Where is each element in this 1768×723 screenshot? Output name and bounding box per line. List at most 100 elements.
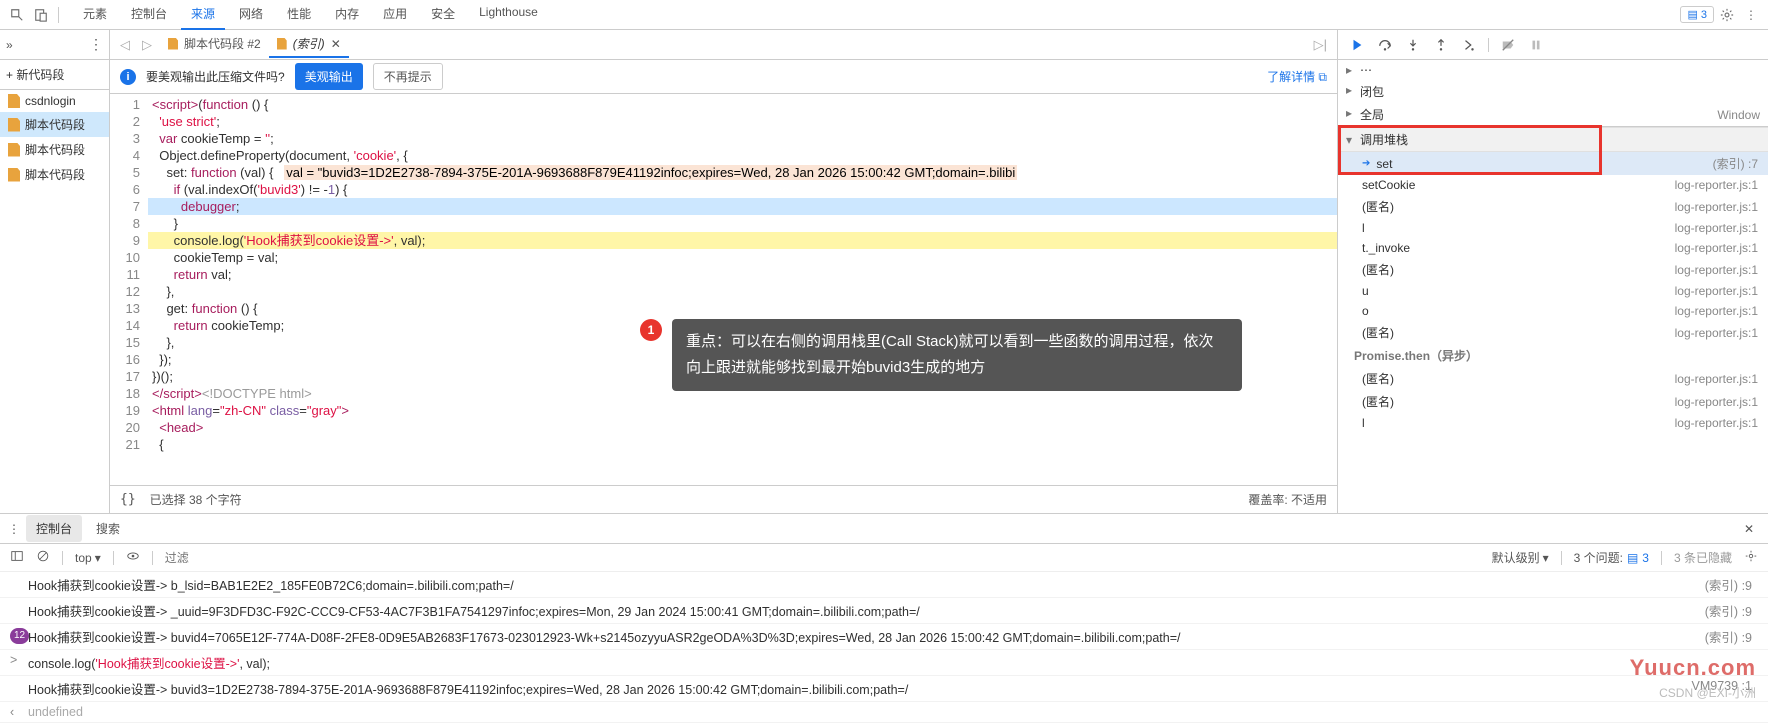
context-selector[interactable]: top▾	[75, 551, 101, 565]
callstack-header[interactable]: ▾调用堆栈	[1338, 127, 1768, 152]
debugger-pane: ▸⋯ ▸闭包▸全局Window ▾调用堆栈 ➔set(索引) :7setCook…	[1338, 30, 1768, 513]
step-into-button[interactable]	[1404, 36, 1422, 54]
callstack-frame[interactable]: olog-reporter.js:1	[1338, 301, 1768, 321]
step-over-button[interactable]	[1376, 36, 1394, 54]
drawer-more-icon[interactable]: ⋮	[8, 522, 20, 536]
pretty-print-bar: i 要美观输出此压缩文件吗? 美观输出 不再提示 了解详情 ⧉	[110, 60, 1337, 94]
editor-pane: ◁ ▷ 脚本代码段 #2(索引)✕ ▷| i 要美观输出此压缩文件吗? 美观输出…	[110, 30, 1338, 513]
deactivate-breakpoints-button[interactable]	[1499, 36, 1517, 54]
callstack-frame[interactable]: llog-reporter.js:1	[1338, 218, 1768, 238]
drawer-close-icon[interactable]: ✕	[1738, 522, 1760, 536]
devtools-tab[interactable]: 元素	[73, 0, 117, 30]
console-line[interactable]: Hook捕获到cookie设置-> buvid3=1D2E2738-7894-3…	[0, 676, 1768, 702]
snippet-label: 脚本代码段	[25, 141, 85, 158]
console-line[interactable]: Hook捕获到cookie设置-> b_lsid=BAB1E2E2_185FE0…	[0, 572, 1768, 598]
scope-row[interactable]: ▸全局Window	[1338, 103, 1768, 126]
divider	[58, 7, 59, 23]
clear-console-icon[interactable]	[36, 549, 50, 566]
more-icon[interactable]: ⋮	[1740, 4, 1762, 26]
devtools-tab[interactable]: 网络	[229, 0, 273, 30]
messages-badge[interactable]: ▤ 3	[1680, 6, 1714, 23]
pretty-print-button[interactable]: 美观输出	[295, 63, 363, 90]
info-icon: i	[120, 69, 136, 85]
filter-input[interactable]	[165, 551, 285, 565]
pretty-question: 要美观输出此压缩文件吗?	[146, 68, 285, 85]
sidebar-expand-icon[interactable]: »	[6, 38, 13, 52]
snippet-item[interactable]: csdnlogin	[0, 90, 109, 112]
file-icon	[8, 118, 20, 132]
snippet-item[interactable]: 脚本代码段	[0, 112, 109, 137]
device-toggle-icon[interactable]	[30, 4, 52, 26]
settings-icon[interactable]	[1716, 4, 1738, 26]
console-output[interactable]: Hook捕获到cookie设置-> b_lsid=BAB1E2E2_185FE0…	[0, 572, 1768, 723]
devtools-tab[interactable]: 来源	[181, 0, 225, 30]
step-button[interactable]	[1460, 36, 1478, 54]
devtools-tab[interactable]: 控制台	[121, 0, 177, 30]
pause-exceptions-button[interactable]	[1527, 36, 1545, 54]
console-line[interactable]: >console.log('Hook捕获到cookie设置->', val);	[0, 650, 1768, 676]
scope-row[interactable]: ▸闭包	[1338, 80, 1768, 103]
console-line[interactable]: Hook捕获到cookie设置-> _uuid=9F3DFD3C-F92C-CC…	[0, 598, 1768, 624]
callstack-section: ▾调用堆栈 ➔set(索引) :7setCookielog-reporter.j…	[1338, 126, 1768, 433]
callstack-frame[interactable]: ➔set(索引) :7	[1338, 152, 1768, 175]
annotation-number: 1	[640, 319, 662, 341]
resume-button[interactable]	[1348, 36, 1366, 54]
file-icon	[277, 38, 287, 50]
console-tab[interactable]: 搜索	[86, 515, 130, 542]
snippet-label: csdnlogin	[25, 94, 76, 108]
console-source-link[interactable]: (索引) :9	[1699, 601, 1758, 620]
callstack-frame[interactable]: (匿名)log-reporter.js:1	[1338, 390, 1768, 413]
braces-icon[interactable]: {}	[120, 492, 136, 507]
devtools-tab[interactable]: 性能	[277, 0, 321, 30]
editor-tab[interactable]: (索引)✕	[269, 31, 349, 58]
learn-more-link[interactable]: 了解详情 ⧉	[1267, 68, 1327, 85]
nav-fwd-icon[interactable]: ▷	[138, 37, 156, 53]
tab-overflow-icon[interactable]: ▷|	[1310, 37, 1331, 53]
annotation-text: 重点：可以在右侧的调用栈里(Call Stack)就可以看到一些函数的调用过程，…	[672, 319, 1242, 391]
callstack-frame[interactable]: (匿名)log-reporter.js:1	[1338, 195, 1768, 218]
callstack-frame[interactable]: t._invokelog-reporter.js:1	[1338, 238, 1768, 258]
repeat-badge: 12	[10, 628, 29, 644]
devtools-tab[interactable]: Lighthouse	[469, 0, 548, 30]
console-tab[interactable]: 控制台	[26, 515, 82, 542]
snippet-label: 脚本代码段	[25, 166, 85, 183]
callstack-frame[interactable]: (匿名)log-reporter.js:1	[1338, 367, 1768, 390]
console-source-link[interactable]: (索引) :9	[1699, 627, 1758, 646]
devtools-tab[interactable]: 安全	[421, 0, 465, 30]
nav-back-icon[interactable]: ◁	[116, 37, 134, 53]
snippets-sidebar: » ⋮ + 新代码段 csdnlogin脚本代码段脚本代码段脚本代码段	[0, 30, 110, 513]
snippet-item[interactable]: 脚本代码段	[0, 137, 109, 162]
editor-tab[interactable]: 脚本代码段 #2	[160, 31, 269, 58]
callstack-frame[interactable]: setCookielog-reporter.js:1	[1338, 175, 1768, 195]
callstack-frame[interactable]: llog-reporter.js:1	[1338, 413, 1768, 433]
console-line[interactable]: 12Hook捕获到cookie设置-> buvid4=7065E12F-774A…	[0, 624, 1768, 650]
callstack-frame[interactable]: ulog-reporter.js:1	[1338, 281, 1768, 301]
console-source-link[interactable]: VM9739 :1	[1686, 679, 1758, 698]
devtools-tab[interactable]: 内存	[325, 0, 369, 30]
log-level-selector[interactable]: 默认级别▾	[1492, 549, 1549, 566]
devtools-tab[interactable]: 应用	[373, 0, 417, 30]
callstack-frame[interactable]: (匿名)log-reporter.js:1	[1338, 258, 1768, 281]
selection-info: 已选择 38 个字符	[150, 491, 242, 508]
problems-indicator[interactable]: 3 个问题: ▤ 3	[1574, 549, 1649, 566]
scope-row[interactable]: ▸⋯	[1338, 60, 1768, 80]
code-editor[interactable]: 123456789101112131415161718192021 <scrip…	[110, 94, 1337, 485]
external-link-icon: ⧉	[1318, 70, 1327, 84]
file-icon	[8, 168, 20, 182]
console-source-link[interactable]: (索引) :9	[1699, 575, 1758, 594]
snippet-item[interactable]: 脚本代码段	[0, 162, 109, 187]
current-frame-icon: ➔	[1362, 158, 1370, 169]
sidebar-more-icon[interactable]: ⋮	[89, 36, 103, 53]
callstack-frame[interactable]: (匿名)log-reporter.js:1	[1338, 321, 1768, 344]
live-expression-icon[interactable]	[126, 549, 140, 566]
add-snippet-button[interactable]: + 新代码段	[6, 66, 64, 83]
console-sidebar-toggle-icon[interactable]	[10, 549, 24, 566]
file-icon	[8, 94, 20, 108]
step-out-button[interactable]	[1432, 36, 1450, 54]
dismiss-button[interactable]: 不再提示	[373, 63, 443, 90]
console-line[interactable]: ‹undefined	[0, 702, 1768, 723]
console-settings-icon[interactable]	[1744, 549, 1758, 566]
coverage-info: 覆盖率: 不适用	[1248, 491, 1327, 508]
inspect-icon[interactable]	[6, 4, 28, 26]
close-tab-icon[interactable]: ✕	[331, 37, 341, 51]
